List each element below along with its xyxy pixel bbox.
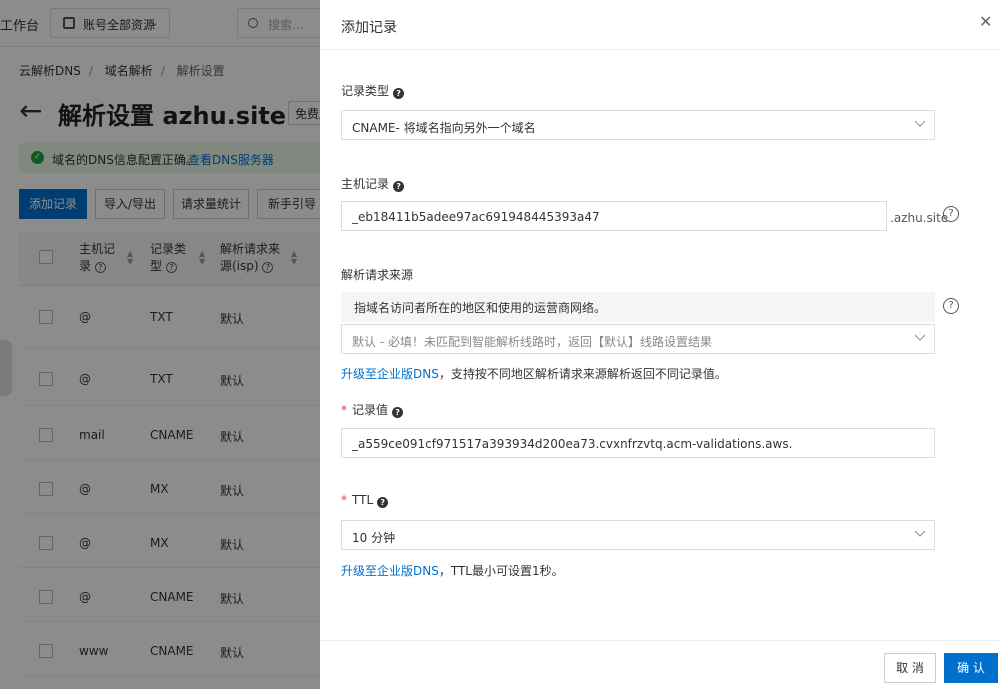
ttl-upgrade-hint: 升级至企业版DNS，TTL最小可设置1秒。 — [341, 562, 564, 579]
isp-note-text: 指域名访问者所在的地区和使用的运营商网络。 — [354, 301, 607, 315]
ttl-upgrade-text: ，TTL最小可设置1秒。 — [438, 564, 564, 578]
required-mark: * — [341, 403, 347, 417]
domain-suffix: .azhu.site — [890, 211, 949, 225]
record-value-text: _a559ce091cf971517a393934d200ea73.cvxnfr… — [352, 437, 793, 451]
isp-select[interactable]: 默认 - 必填！未匹配到智能解析线路时，返回【默认】线路设置结果 — [341, 324, 935, 354]
upgrade-enterprise-link[interactable]: 升级至企业版DNS — [341, 367, 439, 381]
question-icon[interactable]: ? — [393, 88, 405, 99]
chevron-down-icon — [914, 120, 926, 127]
record-type-value: CNAME- 将域名指向另外一个域名 — [352, 121, 536, 135]
isp-select-value: 默认 - 必填！未匹配到智能解析线路时，返回【默认】线路设置结果 — [352, 335, 712, 349]
host-record-value: _eb18411b5adee97ac691948445393a47 — [352, 210, 600, 224]
help-icon[interactable]: ? — [943, 206, 959, 222]
ttl-value: 10 分钟 — [352, 531, 396, 545]
ttl-label: * TTL? — [341, 493, 389, 508]
record-value-input[interactable]: _a559ce091cf971517a393934d200ea73.cvxnfr… — [341, 428, 935, 458]
isp-upgrade-hint: 升级至企业版DNS，支持按不同地区解析请求来源解析返回不同记录值。 — [341, 365, 727, 382]
isp-note: 指域名访问者所在的地区和使用的运营商网络。 — [341, 292, 935, 322]
record-type-select[interactable]: CNAME- 将域名指向另外一个域名 — [341, 110, 935, 140]
record-value-label: * 记录值? — [341, 401, 404, 418]
question-icon[interactable]: ? — [393, 181, 405, 192]
cancel-button[interactable]: 取 消 — [884, 653, 936, 683]
record-type-label: 记录类型? — [341, 82, 405, 99]
isp-label: 解析请求来源 — [341, 268, 414, 282]
confirm-button[interactable]: 确 认 — [944, 653, 998, 683]
question-icon[interactable]: ? — [377, 497, 389, 508]
upgrade-enterprise-link[interactable]: 升级至企业版DNS — [341, 564, 439, 578]
drawer-header: 添加记录 ✕ — [320, 0, 1000, 50]
modal-overlay[interactable] — [0, 0, 320, 689]
required-mark: * — [341, 493, 347, 507]
drawer-footer: 取 消 确 认 — [320, 640, 1000, 689]
chevron-down-icon — [914, 334, 926, 341]
close-icon[interactable]: ✕ — [979, 14, 992, 30]
host-record-input[interactable]: _eb18411b5adee97ac691948445393a47 — [341, 201, 887, 231]
host-record-label: 主机记录? — [341, 175, 405, 192]
ttl-select[interactable]: 10 分钟 — [341, 520, 935, 550]
drawer-title: 添加记录 — [341, 20, 397, 36]
question-icon[interactable]: ? — [392, 407, 404, 418]
isp-upgrade-text: ，支持按不同地区解析请求来源解析返回不同记录值。 — [438, 367, 727, 381]
help-icon[interactable]: ? — [943, 298, 959, 314]
add-record-drawer: 添加记录 ✕ 记录类型? CNAME- 将域名指向另外一个域名 主机记录? _e… — [320, 0, 1000, 689]
chevron-down-icon — [914, 530, 926, 537]
